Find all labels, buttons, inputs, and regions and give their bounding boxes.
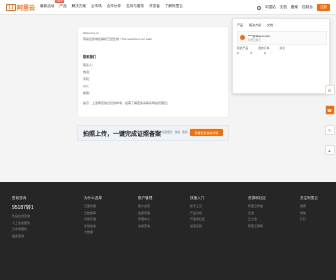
footer-link[interactable]: 新手上云 [190,204,205,208]
nav-item-partners[interactable]: 合作伙伴 [107,4,121,9]
region-selector[interactable]: 中国站 [265,5,276,10]
popup-tabs: 产品 解决方案 文档 [237,23,273,27]
nav-item-about[interactable]: 了解阿里云 [165,4,183,9]
feedback-icon[interactable]: ✎ [324,125,335,135]
icp-link[interactable]: 备案 [291,5,298,10]
footer-col-follow: 关注阿里云 微博 微信 钉钉 [300,196,318,224]
footer-link[interactable]: 云大会 [248,217,266,221]
footer-contact-item[interactable]: 售后在线咨询 [12,214,34,218]
footer-link[interactable]: 大数据 [84,230,102,234]
side-toolbar: ✉ ☎ ✎ ▲ [324,85,335,155]
popup-value-orders: 0 [250,51,253,55]
popup-link-messages[interactable]: 消息 [279,46,285,50]
nav-item-solutions[interactable]: 解决方案 [72,4,86,9]
footer-col-why: 为什么选择 云服务器 云数据库 对象存储 全球加速 大数据 [84,196,102,237]
search-icon[interactable] [256,5,261,10]
site-footer: 售前咨询 95187转1 售后在线咨询 人工在线服务 云市场服务 备案咨询 为什… [0,182,336,280]
welcome-text: Welcome to [83,31,99,35]
contact-row-phone: 电话： [83,70,93,74]
footer-link[interactable]: 阿里云学堂 [248,204,266,208]
popup-values: 0 0 0 [237,51,266,55]
popup-user-sub: 阿里云账号 [248,39,261,42]
register-button[interactable]: 注册 [316,4,330,11]
contact-row-qq: QQ： [83,84,91,88]
popup-tab-docs[interactable]: 文档 [267,23,273,27]
nav-item-market[interactable]: 云市场 [91,4,102,9]
footer-contact-head: 售前咨询 [12,196,27,200]
popup-value-messages: 0 [264,51,266,55]
top-nav-bar: [ ] 阿里云 NEW 最新活动 产品 解决方案 云市场 合作伙伴 支持与服务 … [0,0,336,15]
avatar[interactable] [240,35,245,40]
footer-link[interactable]: 云数据库 [84,211,102,215]
icp-banner: 拍照上传，一键完成证照备案 阿里云ICP备案服务 · 快速 · 便捷 查看更多备… [77,125,229,141]
contact-section-title: 联系我们 [83,55,96,59]
footer-link[interactable]: 天池 [248,211,266,215]
footer-link[interactable]: 微信 [300,211,318,215]
banner-subtitle: 阿里云ICP备案服务 · 快速 · 便捷 [150,131,188,134]
console-link[interactable]: 控制台 [302,5,313,10]
aliyun-logo[interactable]: [ ] 阿里云 [6,3,36,12]
contact-row-mobile: 手机： [83,77,93,81]
footer-col-head: 为什么选择 [84,196,102,200]
footer-col-head: 账户管理 [138,196,153,200]
footer-phone[interactable]: 95187转1 [12,204,34,211]
footer-link[interactable]: 产品文档 [190,211,205,215]
contact-row-email: 邮箱： [83,91,93,95]
footer-link[interactable]: 对象存储 [84,217,102,221]
main-nav: 最新活动 产品 解决方案 云市场 合作伙伴 支持与服务 开发者 了解阿里云 [40,4,183,9]
info-note: 提示：上述网页信息仅供参考，如需了解更多请联系网站管理员。 [83,101,171,105]
footer-col-head: 快速入门 [190,196,205,200]
footer-link[interactable]: 云服务器 [84,204,102,208]
nav-item-support[interactable]: 支持与服务 [126,4,144,9]
nav-item-developers[interactable]: 开发者 [149,4,160,9]
footer-col-account: 账户管理 账户充值 发票管理 管理中心 余额查询 [138,196,152,230]
footer-link[interactable]: 管理中心 [138,217,152,221]
nav-item-activity[interactable]: 最新活动 [40,4,54,9]
footer-link[interactable]: 阿里云博客 [248,224,266,228]
footer-link[interactable]: 钉钉 [300,217,318,221]
footer-link[interactable]: 最佳实践 [190,224,205,228]
footer-link[interactable]: 微博 [300,204,318,208]
banner-cta-button[interactable]: 查看更多备案详情 [190,129,223,136]
footer-col-community: 资源和社区 阿里云学堂 天池 云大会 阿里云博客 [248,196,266,230]
footer-contact-item[interactable]: 人工在线服务 [12,221,34,225]
footer-col-head: 关注阿里云 [300,196,318,200]
docs-link[interactable]: 文档 [280,5,287,10]
footer-link[interactable]: 发票管理 [138,211,152,215]
logo-text: 阿里云 [17,5,36,12]
logo-mark-icon: [ ] [6,3,16,11]
top-icon[interactable]: ▲ [324,145,335,155]
popup-link-orders[interactable]: 我的订单 [258,46,269,50]
new-badge: NEW [55,0,65,3]
nav-item-products[interactable]: 产品 [59,4,66,9]
popup-value-products: 0 [237,51,239,55]
footer-link[interactable]: 开发者社区 [190,217,205,221]
footer-link[interactable]: 账户充值 [138,204,152,208]
top-right-links: 中国站 文档 备案 控制台 注册 [256,4,330,11]
domain-status-text: 恭喜您的域名解析已经生效 / The website is for sale! [83,37,153,41]
popup-user-header: ****@aliyun.com 阿里云账号 [237,31,327,45]
footer-contact-item[interactable]: 备案咨询 [12,234,34,238]
popup-links: 我的产品 我的订单 消息 [237,46,285,50]
footer-contact: 售前咨询 95187转1 售后在线咨询 人工在线服务 云市场服务 备案咨询 [12,196,34,240]
footer-link[interactable]: 全球加速 [84,224,102,228]
footer-contact-item[interactable]: 云市场服务 [12,227,34,231]
chat-icon[interactable]: ✉ [324,85,335,95]
popup-tab-products[interactable]: 产品 [237,23,243,27]
parked-domain-card: Welcome to 恭喜您的域名解析已经生效 / The website is… [77,26,229,118]
phone-icon[interactable]: ☎ [324,105,335,115]
popup-link-products[interactable]: 我的产品 [237,46,248,50]
contact-row-name: 联系人： [83,63,96,67]
footer-link[interactable]: 余额查询 [138,224,152,228]
user-dropdown-panel: 产品 解决方案 文档 ****@aliyun.com 阿里云账号 我的产品 我的… [232,18,330,94]
footer-col-head: 资源和社区 [248,196,266,200]
popup-tab-solutions[interactable]: 解决方案 [249,23,261,27]
footer-col-start: 快速入门 新手上云 产品文档 开发者社区 最佳实践 [190,196,205,230]
